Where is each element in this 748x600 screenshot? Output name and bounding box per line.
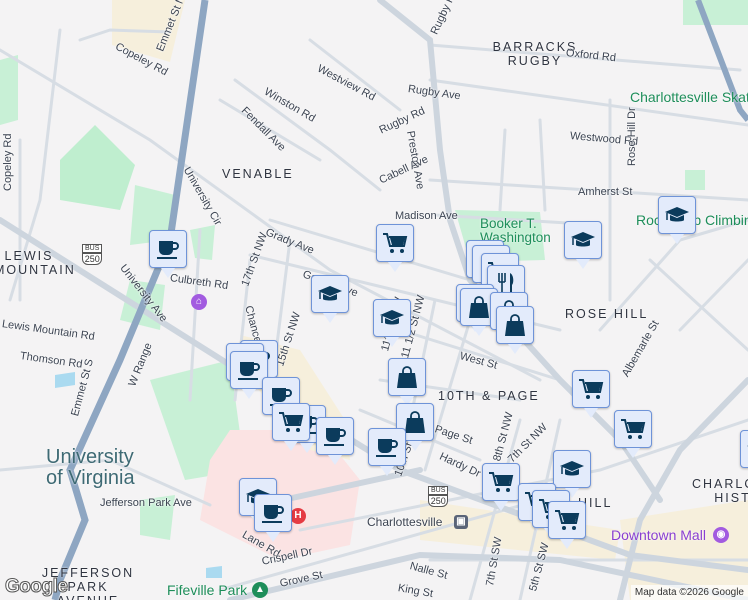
cart-icon	[381, 229, 409, 257]
coffee-icon	[154, 235, 182, 263]
bag-icon	[393, 363, 421, 391]
shield-route-label: 250	[428, 495, 449, 507]
neighborhood-10th-page: 10TH & PAGE	[438, 389, 540, 403]
museum-icon: ⌂	[191, 294, 207, 310]
graduation-cap-icon	[569, 226, 597, 254]
cart-icon	[553, 506, 581, 534]
school-marker[interactable]	[564, 221, 602, 269]
shopping-marker[interactable]	[496, 306, 534, 354]
cart-icon	[487, 468, 515, 496]
shield-bus-label: BUS	[82, 244, 103, 253]
hospital-icon: H	[290, 508, 306, 524]
shield-route-label: 250	[82, 253, 103, 265]
graduation-cap-icon	[663, 201, 691, 229]
cart-icon	[619, 415, 647, 443]
grocery-marker[interactable]	[572, 370, 610, 418]
google-logo[interactable]: Google	[4, 576, 68, 598]
street-label: Jefferson Park Ave	[100, 497, 192, 509]
graduation-cap-icon	[558, 455, 586, 483]
cart-icon	[277, 408, 305, 436]
grocery-marker[interactable]	[614, 410, 652, 458]
us-250-bus-shield: BUS 250	[82, 244, 103, 265]
neighborhood-lewis-mountain: LEWIS MOUNTAIN	[0, 249, 76, 277]
street-label: Madison Ave	[395, 210, 458, 222]
street-label: Copeley Rd	[2, 133, 14, 191]
shield-bus-label: BUS	[428, 486, 449, 495]
coffee-icon	[235, 356, 263, 384]
school-marker[interactable]	[553, 450, 591, 498]
shopping-marker[interactable]	[388, 358, 426, 406]
school-marker[interactable]	[373, 299, 411, 347]
graduation-cap-icon	[316, 280, 344, 308]
camera-icon: ◉	[713, 527, 729, 543]
cart-icon	[577, 375, 605, 403]
coffee-marker[interactable]	[316, 417, 354, 465]
place-charlottesville-skatepark[interactable]: Charlottesville Skat	[630, 90, 748, 104]
place-university-of-virginia[interactable]: University of Virginia	[46, 447, 146, 489]
grocery-marker[interactable]	[272, 403, 310, 451]
street-label: Rose Hill Dr	[626, 107, 638, 166]
place-fifeville-park[interactable]: Fifeville Park	[167, 583, 247, 597]
neighborhood-rose-hill: ROSE HILL	[565, 307, 649, 321]
train-station-icon: ▣	[454, 515, 468, 529]
coffee-marker[interactable]	[254, 494, 292, 542]
neighborhood-charlottesville-historic: CHARLOTTESVILLE HISTORIC	[692, 477, 748, 505]
place-charlottesville-station[interactable]: Charlottesville	[367, 515, 442, 529]
school-marker[interactable]	[740, 430, 748, 468]
coffee-icon	[373, 433, 401, 461]
bag-icon	[465, 293, 493, 321]
graduation-cap-icon	[378, 304, 406, 332]
grocery-marker[interactable]	[482, 463, 520, 511]
park-icon: ▲	[252, 582, 268, 598]
neighborhood-venable: VENABLE	[222, 167, 294, 181]
coffee-icon	[321, 422, 349, 450]
us-250-bus-shield: BUS 250	[428, 486, 449, 507]
map-attribution[interactable]: Map data ©2026 Google	[630, 585, 748, 600]
coffee-marker[interactable]	[368, 428, 406, 476]
map-canvas[interactable]: VENABLE BARRACKS RUGBY LEWIS MOUNTAIN RO…	[0, 0, 748, 600]
school-marker[interactable]	[311, 275, 349, 323]
school-marker[interactable]	[658, 196, 696, 244]
coffee-icon	[259, 499, 287, 527]
grocery-marker[interactable]	[548, 501, 586, 549]
coffee-marker[interactable]	[149, 230, 187, 278]
place-downtown-mall[interactable]: Downtown Mall	[611, 527, 706, 543]
street-label: Amherst St	[578, 186, 633, 198]
grocery-marker[interactable]	[376, 224, 414, 272]
bag-icon	[501, 311, 529, 339]
